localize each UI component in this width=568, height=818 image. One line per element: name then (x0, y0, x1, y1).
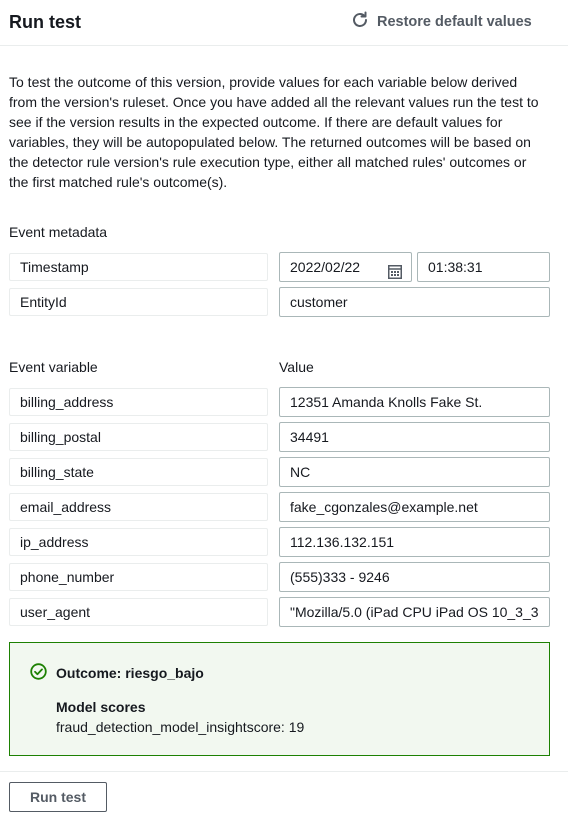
value-heading: Value (279, 359, 314, 375)
outcome-title: Outcome: riesgo_bajo (30, 663, 204, 683)
refresh-icon (350, 10, 370, 35)
description-text: To test the outcome of this version, pro… (9, 74, 539, 190)
page-title: Run test (9, 12, 81, 32)
footer-divider (0, 771, 568, 772)
variable-value-billing-state[interactable]: NC (279, 457, 550, 487)
date-input[interactable]: 2022/02/22 (279, 252, 412, 282)
date-value: 2022/02/22 (290, 259, 361, 275)
outcome-title-text: Outcome: riesgo_bajo (56, 665, 204, 681)
outcome-alert: Outcome: riesgo_bajo Model scores fraud_… (9, 642, 550, 756)
entity-id-label: EntityId (9, 288, 268, 316)
time-input[interactable]: 01:38:31 (417, 252, 550, 282)
restore-defaults-button[interactable]: Restore default values (350, 11, 532, 33)
variable-name-ip-address: ip_address (9, 528, 268, 556)
entity-id-input[interactable]: customer (279, 287, 550, 317)
variable-name-phone-number: phone_number (9, 563, 268, 591)
variable-value-user-agent[interactable]: "Mozilla/5.0 (iPad CPU iPad OS 10_3_3 (279, 597, 550, 627)
variable-value-billing-address[interactable]: 12351 Amanda Knolls Fake St. (279, 387, 550, 417)
variable-value-email-address[interactable]: fake_cgonzales@example.net (279, 492, 550, 522)
variable-value-billing-postal[interactable]: 34491 (279, 422, 550, 452)
panel-header: Run test Restore default values (0, 0, 568, 46)
variable-name-email-address: email_address (9, 493, 268, 521)
check-circle-icon (30, 663, 56, 683)
event-metadata-heading: Event metadata (9, 224, 108, 240)
calendar-icon[interactable] (388, 260, 402, 279)
event-variable-heading: Event variable (9, 359, 98, 375)
variable-value-ip-address[interactable]: 112.136.132.151 (279, 527, 550, 557)
variable-value-phone-number[interactable]: (555)333 - 9246 (279, 562, 550, 592)
model-score-value: fraud_detection_model_insightscore: 19 (56, 719, 305, 735)
variable-name-billing-state: billing_state (9, 458, 268, 486)
run-test-button[interactable]: Run test (9, 782, 107, 812)
model-scores-heading: Model scores (56, 699, 146, 715)
restore-defaults-label: Restore default values (377, 14, 532, 30)
variable-name-billing-postal: billing_postal (9, 423, 268, 451)
variable-name-billing-address: billing_address (9, 388, 268, 416)
timestamp-label: Timestamp (9, 253, 268, 281)
variable-name-user-agent: user_agent (9, 598, 268, 626)
